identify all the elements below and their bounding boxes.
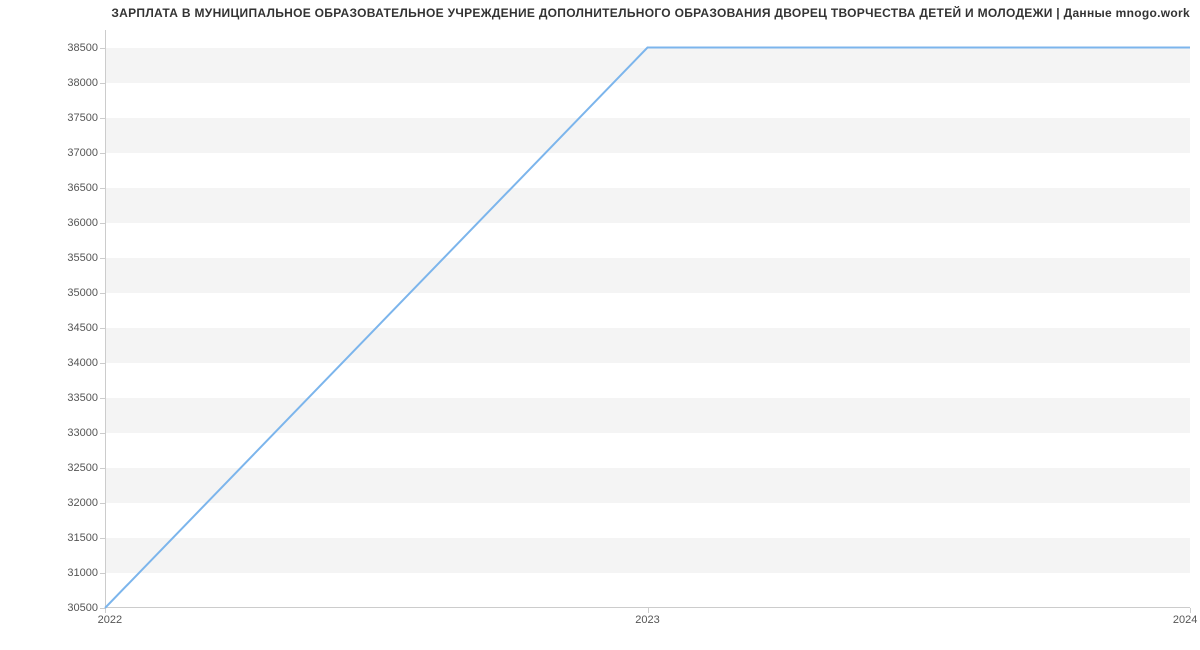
y-axis-tick-label: 34500 bbox=[67, 322, 98, 334]
x-axis-tick-label: 2023 bbox=[635, 614, 659, 626]
x-axis-tick bbox=[648, 608, 649, 613]
y-axis-tick-label: 37500 bbox=[67, 112, 98, 124]
x-axis-tick-label: 2024 bbox=[1173, 614, 1197, 626]
y-axis-tick-label: 38000 bbox=[67, 77, 98, 89]
y-axis-tick-label: 31500 bbox=[67, 532, 98, 544]
y-axis-tick-label: 30500 bbox=[67, 602, 98, 614]
y-axis-tick-label: 36500 bbox=[67, 182, 98, 194]
y-axis-tick-label: 31000 bbox=[67, 567, 98, 579]
y-axis-tick-label: 35000 bbox=[67, 287, 98, 299]
x-axis-tick bbox=[105, 608, 106, 613]
y-axis-tick-label: 38500 bbox=[67, 42, 98, 54]
chart-plot-area bbox=[105, 30, 1190, 608]
y-axis-tick-label: 32500 bbox=[67, 462, 98, 474]
y-axis-tick-label: 33000 bbox=[67, 427, 98, 439]
chart-line-series bbox=[105, 30, 1190, 608]
y-axis-tick-label: 34000 bbox=[67, 357, 98, 369]
y-axis-tick-label: 35500 bbox=[67, 252, 98, 264]
chart-title: ЗАРПЛАТА В МУНИЦИПАЛЬНОЕ ОБРАЗОВАТЕЛЬНОЕ… bbox=[111, 6, 1190, 20]
x-axis-tick-label: 2022 bbox=[98, 614, 122, 626]
y-axis-tick-label: 36000 bbox=[67, 217, 98, 229]
y-axis-tick-label: 37000 bbox=[67, 147, 98, 159]
y-axis-tick-label: 32000 bbox=[67, 497, 98, 509]
y-axis-tick-label: 33500 bbox=[67, 392, 98, 404]
x-axis-tick bbox=[1190, 608, 1191, 613]
